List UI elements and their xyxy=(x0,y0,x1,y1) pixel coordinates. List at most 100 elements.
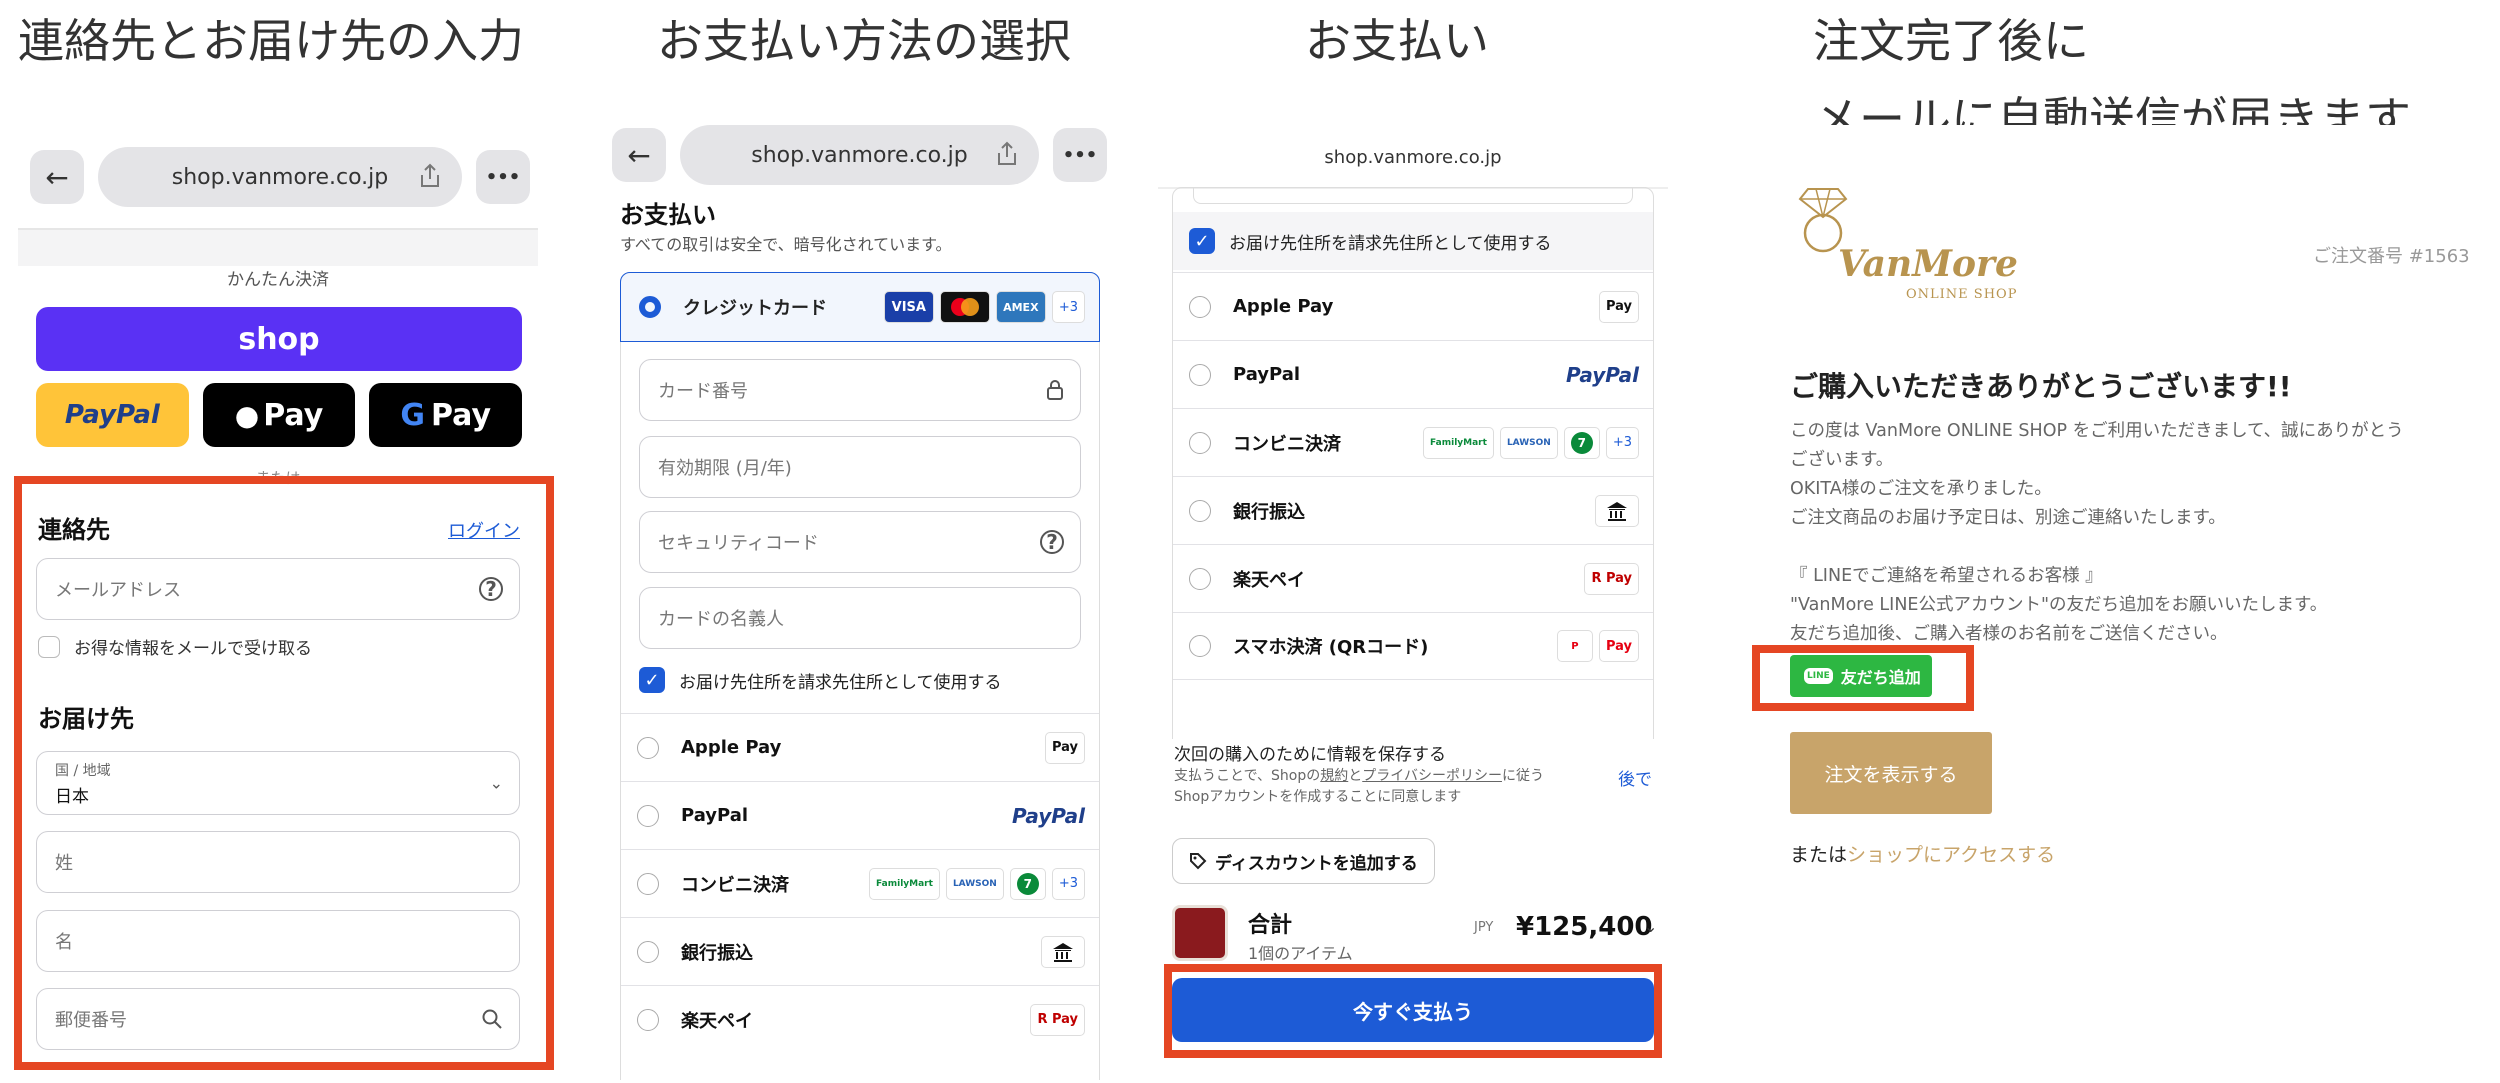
apple-pay-button[interactable]: ● Pay xyxy=(202,383,356,447)
bank-transfer-radio[interactable] xyxy=(637,940,659,963)
card-number-placeholder: カード番号 xyxy=(658,381,748,402)
shop-link[interactable]: ショップにアクセスする xyxy=(1847,844,2055,866)
view-order-button[interactable]: 注文を表示する xyxy=(1790,732,1992,814)
header-strip xyxy=(18,230,538,266)
paypal-radio[interactable] xyxy=(637,804,659,827)
more-menu-button[interactable]: ••• xyxy=(1053,128,1107,182)
back-button[interactable]: ← xyxy=(612,128,666,182)
save-note-text: 支払うことで、Shopの xyxy=(1174,768,1321,784)
lock-icon xyxy=(1047,380,1063,400)
total-amount: ¥125,400 xyxy=(1516,912,1653,942)
help-icon[interactable]: ? xyxy=(1040,530,1064,554)
konbini-radio[interactable] xyxy=(1189,431,1211,454)
paypal-icon: PayPal xyxy=(1011,803,1085,828)
credit-card-option[interactable]: クレジットカード VISA AMEX +3 xyxy=(620,272,1100,342)
shop-pay-button[interactable]: shop xyxy=(36,307,522,371)
qr-pay-option[interactable]: スマホ決済 (QRコード) P Pay xyxy=(1173,612,1653,680)
bank-transfer-option[interactable]: 銀行振込 xyxy=(621,917,1099,985)
panel-payment-method: ← shop.vanmore.co.jp ••• お支払い すべての取引は安全で… xyxy=(612,125,1107,1080)
billing-same-option[interactable]: ✓ お届け先住所を請求先住所として使用する xyxy=(1173,212,1653,270)
lawson-icon: LAWSON xyxy=(1499,426,1558,459)
paypal-label: PayPal xyxy=(681,805,749,826)
konbini-option[interactable]: コンビニ決済 FamilyMart LAWSON 7 +3 xyxy=(621,849,1099,917)
card-name-field[interactable]: カードの名義人 xyxy=(639,587,1081,649)
apple-pay-radio[interactable] xyxy=(1189,295,1211,318)
express-checkout-label: かんたん決済 xyxy=(227,270,329,290)
browser-bar: ← shop.vanmore.co.jp ••• xyxy=(30,147,530,207)
amex-icon: AMEX xyxy=(995,291,1046,323)
browser-bar: ← shop.vanmore.co.jp ••• xyxy=(612,125,1107,185)
billing-same-checkbox[interactable]: ✓ xyxy=(1189,228,1215,254)
paypay-icon: P xyxy=(1556,630,1593,662)
or-text: または xyxy=(1790,844,1848,866)
credit-card-label: クレジットカード xyxy=(683,298,827,319)
add-discount-button[interactable]: ディスカウントを追加する xyxy=(1172,838,1435,884)
google-pay-button[interactable]: G Pay xyxy=(369,383,523,447)
more-menu-button[interactable]: ••• xyxy=(476,150,530,204)
save-info-note: 支払うことで、Shopの規約とプライバシーポリシーに従う Shopアカウントを作… xyxy=(1174,766,1574,808)
rakuten-pay-option[interactable]: 楽天ペイ R Pay xyxy=(621,985,1099,1053)
qr-pay-radio[interactable] xyxy=(1189,635,1211,657)
bank-icon xyxy=(1595,494,1639,527)
bank-transfer-label: 銀行振込 xyxy=(681,942,753,964)
url-bar[interactable]: shop.vanmore.co.jp xyxy=(98,147,462,207)
qr-pay-icon: Pay xyxy=(1598,630,1639,662)
share-icon[interactable] xyxy=(995,141,1019,167)
rakuten-pay-option[interactable]: 楽天ペイ R Pay xyxy=(1173,544,1653,612)
google-pay-label: Pay xyxy=(430,397,492,433)
secure-note: すべての取引は安全で、暗号化されています。 xyxy=(620,235,952,254)
add-discount-label: ディスカウントを追加する xyxy=(1215,853,1418,874)
url-bar[interactable]: shop.vanmore.co.jp xyxy=(680,125,1039,185)
paypal-option[interactable]: PayPal PayPal xyxy=(1173,340,1653,408)
paypal-radio[interactable] xyxy=(1189,363,1211,386)
more-konbini-badge: +3 xyxy=(1051,867,1085,900)
card-number-field[interactable]: カード番号 xyxy=(639,359,1081,421)
bank-icon xyxy=(1041,935,1085,968)
bank-transfer-label: 銀行振込 xyxy=(1233,501,1305,523)
highlight-pay-button xyxy=(1164,964,1662,1058)
billing-same-checkbox[interactable]: ✓ xyxy=(639,667,665,693)
paypal-option[interactable]: PayPal PayPal xyxy=(621,781,1099,849)
later-link[interactable]: 後で xyxy=(1618,765,1652,790)
card-brand-badges: VISA AMEX +3 xyxy=(883,291,1085,323)
bank-transfer-option[interactable]: 銀行振込 xyxy=(1173,476,1653,544)
security-code-placeholder: セキュリティコード xyxy=(658,533,819,554)
apple-pay-option[interactable]: Apple Pay Pay xyxy=(1173,272,1653,340)
apple-pay-label: Apple Pay xyxy=(681,737,782,758)
apple-pay-option[interactable]: Apple Pay Pay xyxy=(621,713,1099,781)
rakuten-pay-radio[interactable] xyxy=(1189,567,1211,590)
credit-card-radio[interactable] xyxy=(639,296,661,318)
card-name-placeholder: カードの名義人 xyxy=(658,609,784,630)
chevron-down-icon[interactable]: ⌄ xyxy=(1644,917,1657,936)
paypal-button[interactable]: PayPal xyxy=(36,383,189,447)
security-code-field[interactable]: セキュリティコード ? xyxy=(639,511,1081,573)
apple-icon: ● xyxy=(234,398,260,432)
back-button[interactable]: ← xyxy=(30,150,84,204)
rakuten-pay-radio[interactable] xyxy=(637,1008,659,1031)
logo-subtext: ONLINE SHOP xyxy=(1906,287,2018,302)
apple-pay-icon: Pay xyxy=(1044,731,1085,764)
view-order-label: 注文を表示する xyxy=(1824,763,1958,786)
expiry-field[interactable]: 有効期限 (月/年) xyxy=(639,436,1081,498)
apple-pay-radio[interactable] xyxy=(637,736,659,759)
share-icon[interactable] xyxy=(418,163,442,189)
terms-link[interactable]: 規約 xyxy=(1320,768,1348,784)
billing-same-label: お届け先住所を請求先住所として使用する xyxy=(1229,233,1552,254)
lawson-icon: LAWSON xyxy=(945,867,1004,900)
shop-pay-label: shop xyxy=(238,321,320,357)
rakuten-pay-label: 楽天ペイ xyxy=(1233,569,1305,591)
more-cards-badge: +3 xyxy=(1051,291,1085,323)
billing-same-option[interactable]: ✓ お届け先住所を請求先住所として使用する xyxy=(639,667,1002,693)
body-line-1: この度は VanMore ONLINE SHOP をご利用いただきまして、誠にあ… xyxy=(1790,421,2404,441)
konbini-radio[interactable] xyxy=(637,872,659,895)
panel-payment: shop.vanmore.co.jp ✓ お届け先住所を請求先住所として使用する… xyxy=(1158,125,1668,1080)
bank-transfer-radio[interactable] xyxy=(1189,499,1211,522)
save-note-text-2: に従う xyxy=(1501,768,1544,784)
save-info-title: 次回の購入のために情報を保存する xyxy=(1174,745,1446,765)
paypal-label: PayPal xyxy=(1233,364,1301,385)
back-arrow-icon: ← xyxy=(45,160,69,194)
privacy-link[interactable]: プライバシーポリシー xyxy=(1362,768,1502,784)
mastercard-icon xyxy=(939,291,990,323)
billing-same-label: お届け先住所を請求先住所として使用する xyxy=(679,672,1002,693)
konbini-option[interactable]: コンビニ決済 FamilyMart LAWSON 7 +3 xyxy=(1173,408,1653,476)
